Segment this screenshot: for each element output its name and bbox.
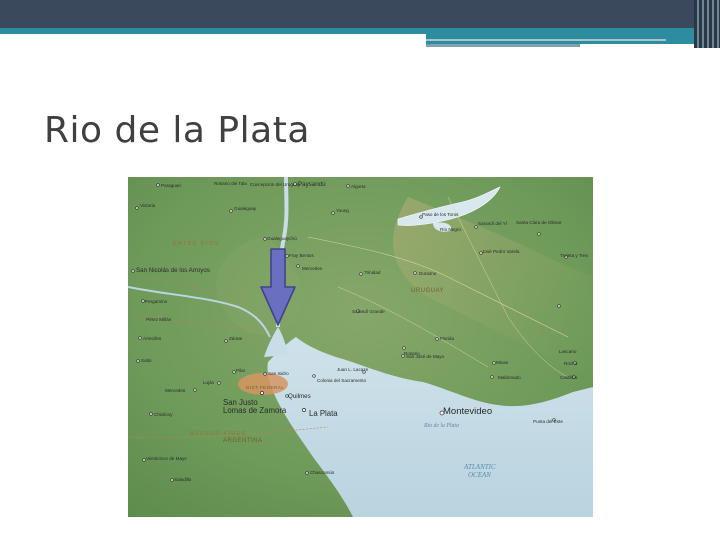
svg-text:Mercedes: Mercedes	[302, 266, 323, 271]
svg-text:Rocha: Rocha	[564, 361, 578, 366]
svg-text:Salto: Salto	[141, 358, 152, 363]
svg-text:Algorta: Algorta	[351, 184, 366, 189]
svg-text:San José de Mayo: San José de Mayo	[406, 354, 444, 359]
region-buenos-aires: BUENOS AIRES	[190, 431, 246, 437]
svg-text:Paraguari: Paraguari	[161, 183, 181, 188]
svg-text:Sarandí Grande: Sarandí Grande	[352, 309, 385, 314]
svg-text:La Plata: La Plata	[309, 409, 338, 418]
svg-text:Arrecifes: Arrecifes	[143, 336, 162, 341]
svg-text:Paysandú: Paysandú	[298, 181, 326, 188]
svg-text:Sarandí del Yí: Sarandí del Yí	[478, 221, 508, 226]
svg-text:Trinidad: Trinidad	[364, 270, 381, 275]
region-argentina: ARGENTINA	[223, 438, 263, 444]
ocean-label: OCEAN	[468, 471, 491, 479]
svg-text:Punta del Este: Punta del Este	[533, 419, 563, 424]
slide-title: Rio de la Plata	[44, 110, 310, 151]
accent-line-light	[426, 39, 666, 41]
svg-text:Paso de los Toros: Paso de los Toros	[422, 212, 459, 217]
svg-text:Saladillo: Saladillo	[174, 477, 192, 482]
svg-text:Gualeguaychú: Gualeguaychú	[267, 236, 297, 241]
svg-text:Veinticinco de Mayo: Veinticinco de Mayo	[146, 456, 187, 461]
svg-text:Montevideo: Montevideo	[443, 406, 492, 417]
svg-text:Young: Young	[336, 208, 349, 213]
svg-text:Río Negro: Río Negro	[440, 227, 461, 232]
svg-text:Rosario del Tala: Rosario del Tala	[214, 181, 247, 186]
svg-text:Lascano: Lascano	[559, 349, 577, 354]
title-bar	[0, 0, 720, 28]
svg-text:Treinta y Tres: Treinta y Tres	[560, 253, 589, 258]
svg-text:Chascomús: Chascomús	[310, 470, 335, 475]
svg-text:San Nicolás de los Arroyos: San Nicolás de los Arroyos	[136, 267, 210, 274]
svg-text:Fray Bentos: Fray Bentos	[289, 253, 314, 258]
map-image: ENTRE RÍOS URUGUAY BUENOS AIRES ARGENTIN…	[128, 177, 593, 517]
svg-text:Florida: Florida	[440, 336, 454, 341]
region-uruguay: URUGUAY	[411, 288, 444, 294]
svg-text:Durazno: Durazno	[419, 271, 437, 276]
svg-text:Santa Clara de Olimar: Santa Clara de Olimar	[516, 220, 562, 225]
svg-text:José Pedro Varela: José Pedro Varela	[482, 249, 520, 254]
accent-line-short	[426, 44, 580, 47]
svg-text:Concepción del Uruguay: Concepción del Uruguay	[250, 182, 301, 187]
svg-text:Pergamino: Pergamino	[145, 299, 168, 304]
svg-text:Maldonado: Maldonado	[498, 375, 521, 380]
svg-text:Luján: Luján	[203, 380, 215, 385]
svg-text:Colonia del Sacramento: Colonia del Sacramento	[317, 378, 366, 383]
svg-text:Juan L. Lacaze: Juan L. Lacaze	[337, 367, 369, 372]
svg-text:Gualeguay: Gualeguay	[234, 206, 257, 211]
corner-decoration	[694, 0, 720, 48]
svg-text:San Isidro: San Isidro	[268, 371, 289, 376]
rio-de-la-plata-label: Río de la Plata	[423, 423, 459, 429]
svg-text:Mercedes: Mercedes	[165, 388, 186, 393]
svg-text:Victoria: Victoria	[140, 203, 156, 208]
region-capital: DIST.FEDERAL	[246, 385, 284, 390]
svg-text:Minas: Minas	[496, 360, 509, 365]
svg-text:Chivilcoy: Chivilcoy	[154, 412, 173, 417]
svg-text:Pilar: Pilar	[236, 368, 246, 373]
svg-text:Zárate: Zárate	[229, 336, 243, 341]
region-entre-rios: ENTRE RÍOS	[173, 240, 220, 247]
svg-text:Quilmes: Quilmes	[288, 393, 311, 400]
svg-text:Castillos: Castillos	[560, 375, 578, 380]
atlantic-label: ATLANTIC	[463, 463, 496, 471]
svg-text:Pérez Millán: Pérez Millán	[146, 317, 172, 322]
svg-text:Lomas de Zamora: Lomas de Zamora	[223, 406, 287, 415]
